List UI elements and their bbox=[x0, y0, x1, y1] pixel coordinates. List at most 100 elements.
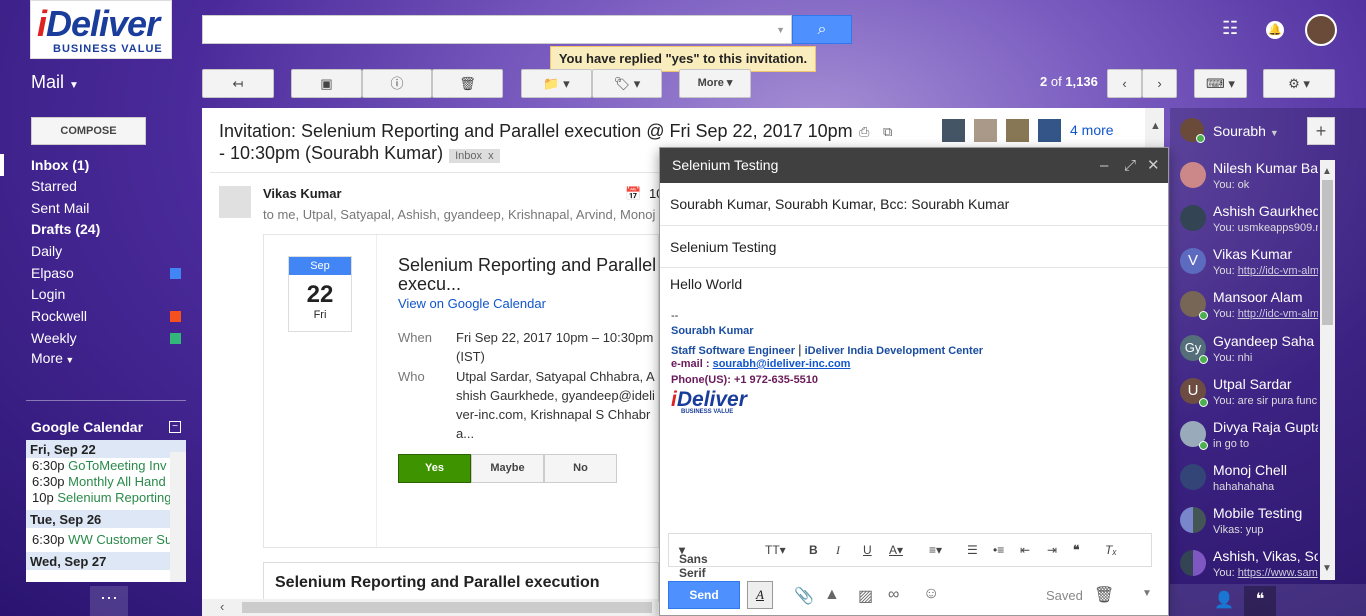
chat-contact[interactable]: U Utpal Sardar You: are sir pura func bbox=[1180, 376, 1320, 416]
emoji-icon[interactable]: ☺ bbox=[923, 585, 939, 603]
nav-inbox[interactable]: Inbox (1) bbox=[31, 157, 89, 173]
chevron-up-icon[interactable]: ▲ bbox=[1150, 120, 1161, 132]
my-avatar[interactable] bbox=[1180, 118, 1205, 143]
text-color-icon[interactable]: A▾ bbox=[889, 543, 903, 557]
nav-drafts[interactable]: Drafts (24) bbox=[31, 221, 100, 237]
participant-avatar[interactable] bbox=[974, 119, 997, 142]
numbered-list-icon[interactable]: ☰ bbox=[967, 543, 978, 557]
participant-avatar[interactable] bbox=[1006, 119, 1029, 142]
delete-button[interactable]: 🗑 bbox=[432, 69, 503, 98]
move-to-button[interactable]: 📁 ▾ bbox=[521, 69, 592, 98]
chat-group[interactable]: Ashish, Vikas, Sou You: https://www.sam bbox=[1180, 548, 1320, 588]
participant-avatar[interactable] bbox=[1038, 119, 1061, 142]
agenda-scrollbar[interactable] bbox=[170, 452, 186, 582]
send-button[interactable]: Send bbox=[668, 581, 740, 609]
settings-button[interactable]: ⚙ ▾ bbox=[1263, 69, 1335, 98]
compose-button[interactable]: COMPOSE bbox=[31, 117, 146, 145]
ideliver-logo[interactable]: iDeliver BUSINESS VALUE bbox=[30, 0, 172, 59]
more-options-chevron-icon[interactable]: ▼ bbox=[1142, 588, 1152, 599]
chat-contact[interactable]: Nilesh Kumar Ban You: ok bbox=[1180, 160, 1320, 200]
chat-group[interactable]: Mobile Testing Vikas: yup bbox=[1180, 505, 1320, 545]
insert-photo-icon[interactable]: ▨ bbox=[858, 586, 873, 606]
insert-link-icon[interactable]: ∞ bbox=[888, 586, 899, 604]
rockwell-label-color[interactable] bbox=[170, 311, 181, 322]
notifications-bell-icon[interactable]: 🔔 bbox=[1266, 21, 1284, 39]
rsvp-yes-button[interactable]: Yes bbox=[398, 454, 471, 483]
chat-contact[interactable]: Monoj Chell hahahahaha bbox=[1180, 462, 1320, 502]
google-drive-icon[interactable]: ▲ bbox=[824, 586, 840, 604]
scroll-thumb[interactable] bbox=[242, 602, 652, 613]
newer-button[interactable]: ‹ bbox=[1107, 69, 1142, 98]
agenda-event[interactable]: 6:30p Monthly All Hand bbox=[26, 474, 186, 490]
input-tools-button[interactable]: ⌨ ▾ bbox=[1194, 69, 1247, 98]
signature-email-link[interactable]: sourabh@ideliver-inc.com bbox=[713, 358, 851, 370]
search-button[interactable]: ⌕ bbox=[792, 15, 852, 44]
chat-contact[interactable]: Ashish Gaurkhede You: usmkeapps909.n bbox=[1180, 203, 1320, 243]
scroll-thumb[interactable] bbox=[1322, 180, 1333, 325]
rsvp-maybe-button[interactable]: Maybe bbox=[471, 454, 544, 483]
agenda-event[interactable]: 6:30p GoToMeeting Inv bbox=[26, 458, 186, 474]
chat-contact[interactable]: Divya Raja Gupta in go to bbox=[1180, 419, 1320, 459]
subject-field[interactable]: Selenium Testing bbox=[660, 226, 1168, 268]
chevron-left-icon[interactable]: ‹ bbox=[220, 599, 224, 614]
italic-icon[interactable]: I bbox=[836, 543, 840, 558]
chevron-down-icon[interactable]: ▼ bbox=[1322, 563, 1332, 574]
nav-elpaso[interactable]: Elpaso bbox=[31, 265, 74, 281]
chevron-up-icon[interactable]: ▲ bbox=[1322, 166, 1332, 177]
nav-login[interactable]: Login bbox=[31, 286, 65, 302]
new-chat-button[interactable]: + bbox=[1307, 117, 1335, 145]
nav-daily[interactable]: Daily bbox=[31, 243, 62, 259]
bold-icon[interactable]: B bbox=[809, 543, 818, 557]
chat-user-menu[interactable]: Sourabh ▼ bbox=[1213, 123, 1279, 139]
chat-contact[interactable]: Gy Gyandeep Saha You: nhi bbox=[1180, 333, 1320, 373]
account-avatar[interactable] bbox=[1305, 14, 1337, 46]
search-options-icon[interactable]: ▼ bbox=[776, 25, 785, 35]
quote-icon[interactable]: ❝ bbox=[1073, 543, 1079, 557]
minimize-icon[interactable]: – bbox=[1100, 148, 1108, 183]
sender-avatar[interactable] bbox=[219, 186, 251, 218]
new-window-icon[interactable]: ⧉ bbox=[883, 124, 892, 140]
participant-avatar[interactable] bbox=[942, 119, 965, 142]
mail-app-switcher[interactable]: Mail ▼ bbox=[31, 72, 79, 93]
attach-file-icon[interactable]: 📎 bbox=[794, 586, 814, 606]
underline-icon[interactable]: U bbox=[863, 543, 872, 557]
sender-name[interactable]: Vikas Kumar bbox=[263, 186, 342, 201]
archive-button[interactable]: ▣ bbox=[291, 69, 362, 98]
close-icon[interactable]: ✕ bbox=[1147, 148, 1160, 183]
indent-more-icon[interactable]: ⇥ bbox=[1047, 543, 1057, 557]
email-recipients[interactable]: to me, Utpal, Satyapal, Ashish, gyandeep… bbox=[263, 207, 655, 222]
message-body[interactable]: Hello World bbox=[670, 276, 742, 292]
nav-more[interactable]: More ▼ bbox=[31, 350, 74, 366]
font-size-icon[interactable]: TT▾ bbox=[765, 543, 786, 557]
rsvp-no-button[interactable]: No bbox=[544, 454, 617, 483]
fullscreen-icon[interactable]: ⤢ bbox=[1124, 148, 1136, 183]
agenda-event[interactable]: 6:30p WW Customer Su bbox=[26, 532, 186, 548]
formatting-options-icon[interactable]: A bbox=[747, 581, 773, 609]
compose-window-header[interactable]: Selenium Testing – ⤢ ✕ bbox=[660, 148, 1168, 183]
contacts-icon[interactable]: 👤 bbox=[1214, 590, 1234, 610]
report-spam-button[interactable]: ⓘ bbox=[362, 69, 432, 98]
nav-starred[interactable]: Starred bbox=[31, 178, 77, 194]
reply-button[interactable]: ↤ bbox=[202, 69, 274, 98]
elpaso-label-color[interactable] bbox=[170, 268, 181, 279]
more-participants-link[interactable]: 4 more bbox=[1070, 122, 1114, 138]
indent-less-icon[interactable]: ⇤ bbox=[1020, 543, 1030, 557]
apps-grid-icon[interactable]: ☷ bbox=[1222, 18, 1238, 39]
hangouts-icon[interactable]: ❝ bbox=[1244, 586, 1276, 616]
recipients-field[interactable]: Sourabh Kumar, Sourabh Kumar, Bcc: Soura… bbox=[660, 183, 1168, 226]
chat-scrollbar[interactable]: ▲ ▼ bbox=[1320, 160, 1335, 580]
view-calendar-link[interactable]: View on Google Calendar bbox=[398, 296, 546, 311]
more-options-icon[interactable]: ⋯ bbox=[90, 586, 128, 616]
agenda-event[interactable]: 10p Selenium Reporting bbox=[26, 490, 186, 506]
labels-button[interactable]: 🏷 ▾ bbox=[592, 69, 662, 98]
horizontal-scrollbar[interactable]: ‹ bbox=[202, 599, 658, 616]
inbox-label-tag[interactable]: Inbox x bbox=[449, 149, 500, 163]
print-icon[interactable]: ⎙ bbox=[859, 124, 869, 140]
chat-contact[interactable]: Mansoor Alam You: http://idc-vm-alm bbox=[1180, 289, 1320, 329]
chat-contact[interactable]: V Vikas Kumar You: http://idc-vm-alm bbox=[1180, 246, 1320, 286]
remove-formatting-icon[interactable]: Tₓ bbox=[1105, 543, 1117, 557]
align-icon[interactable]: ≡▾ bbox=[929, 543, 942, 557]
bulleted-list-icon[interactable]: •≡ bbox=[993, 543, 1004, 557]
more-button[interactable]: More ▾ bbox=[679, 69, 751, 98]
nav-rockwell[interactable]: Rockwell bbox=[31, 308, 87, 324]
